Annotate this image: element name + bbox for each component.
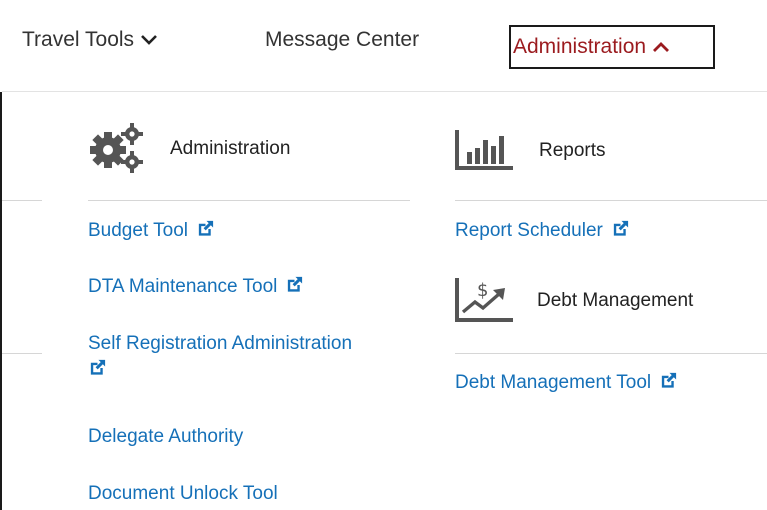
left-column-divider-2	[2, 353, 42, 354]
reports-section-header: Reports	[455, 130, 606, 172]
chevron-up-icon	[653, 42, 670, 52]
budget-tool-label: Budget Tool	[88, 220, 189, 241]
document-unlock-tool-link[interactable]: Document Unlock Tool	[88, 481, 278, 507]
reports-divider	[455, 200, 767, 201]
dta-maintenance-tool-link[interactable]: DTA Maintenance Tool	[88, 274, 304, 300]
report-scheduler-label: Report Scheduler	[455, 220, 603, 241]
debt-management-section-title: Debt Management	[537, 290, 694, 311]
administration-section-title: Administration	[170, 138, 291, 159]
nav-travel-tools[interactable]: Travel Tools	[22, 28, 158, 52]
delegate-authority-label: Delegate Authority	[88, 426, 244, 447]
debt-management-section-header: $ Debt Management	[455, 278, 693, 324]
report-scheduler-link[interactable]: Report Scheduler	[455, 218, 630, 244]
left-column-divider	[2, 200, 42, 201]
nav-message-center-label: Message Center	[265, 28, 420, 51]
debt-management-divider	[455, 353, 767, 354]
external-link-icon	[90, 359, 106, 375]
nav-administration-label: Administration	[513, 35, 647, 58]
debt-management-tool-link[interactable]: Debt Management Tool	[455, 370, 678, 396]
nav-administration[interactable]: Administration	[509, 25, 715, 69]
external-link-icon	[661, 372, 677, 388]
debt-management-tool-label: Debt Management Tool	[455, 372, 652, 393]
external-link-icon	[198, 220, 214, 236]
dollar-trend-icon: $	[455, 278, 513, 322]
bar-chart-icon	[455, 130, 513, 170]
document-unlock-tool-label: Document Unlock Tool	[88, 483, 278, 504]
self-registration-administration-label: Self Registration Administration	[88, 333, 353, 354]
self-registration-administration-link[interactable]: Self Registration Administration	[88, 331, 408, 383]
budget-tool-link[interactable]: Budget Tool	[88, 218, 215, 244]
administration-divider	[88, 200, 410, 201]
nav-divider	[2, 91, 767, 92]
top-navigation: Travel Tools Message Center Administrati…	[0, 0, 767, 92]
external-link-icon	[613, 220, 628, 236]
dta-maintenance-tool-label: DTA Maintenance Tool	[88, 276, 278, 297]
administration-section-header: Administration	[88, 120, 290, 178]
reports-section-title: Reports	[539, 140, 606, 161]
svg-text:$: $	[477, 280, 488, 301]
delegate-authority-link[interactable]: Delegate Authority	[88, 424, 243, 450]
nav-travel-tools-label: Travel Tools	[22, 28, 135, 51]
nav-message-center[interactable]: Message Center	[265, 28, 419, 52]
gears-icon	[90, 123, 143, 173]
external-link-icon	[288, 276, 303, 292]
chevron-down-icon	[141, 35, 157, 45]
